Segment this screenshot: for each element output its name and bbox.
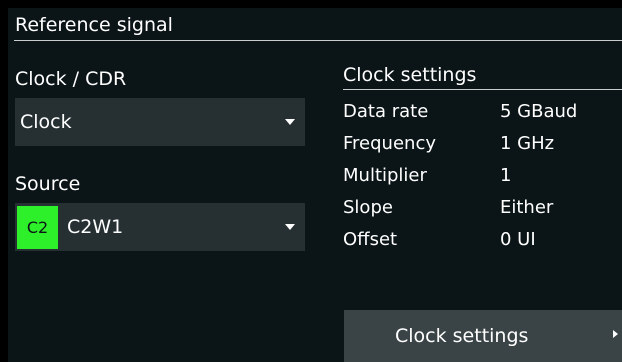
source-dropdown[interactable]: C2 C2W1 — [15, 203, 305, 251]
channel-badge: C2 — [17, 206, 58, 249]
clock-settings-button-label: Clock settings — [395, 325, 529, 347]
header-divider — [14, 40, 622, 41]
clock-settings-divider — [343, 89, 622, 90]
clock-cdr-selected-value: Clock — [20, 111, 72, 133]
slope-value: Either — [500, 197, 554, 218]
frequency-label: Frequency — [343, 133, 436, 154]
slope-label: Slope — [343, 197, 393, 218]
data-rate-label: Data rate — [343, 101, 429, 122]
panel-header: Reference signal — [8, 8, 622, 41]
multiplier-value: 1 — [500, 165, 512, 186]
multiplier-label: Multiplier — [343, 165, 427, 186]
data-rate-value: 5 GBaud — [500, 101, 578, 122]
offset-value: 0 UI — [500, 229, 536, 250]
arrow-right-icon — [613, 330, 618, 338]
clock-cdr-label: Clock / CDR — [15, 68, 127, 90]
reference-signal-panel: Reference signal Clock / CDR Clock Sourc… — [8, 8, 622, 362]
clock-settings-title: Clock settings — [343, 64, 477, 86]
source-label: Source — [15, 173, 81, 195]
chevron-down-icon — [285, 119, 295, 125]
clock-settings-button[interactable]: Clock settings — [344, 310, 622, 362]
panel-title: Reference signal — [15, 14, 173, 36]
chevron-down-icon — [285, 224, 295, 230]
source-selected-value: C2W1 — [67, 216, 124, 238]
clock-cdr-dropdown[interactable]: Clock — [15, 98, 305, 146]
offset-label: Offset — [343, 229, 398, 250]
frequency-value: 1 GHz — [500, 133, 555, 154]
